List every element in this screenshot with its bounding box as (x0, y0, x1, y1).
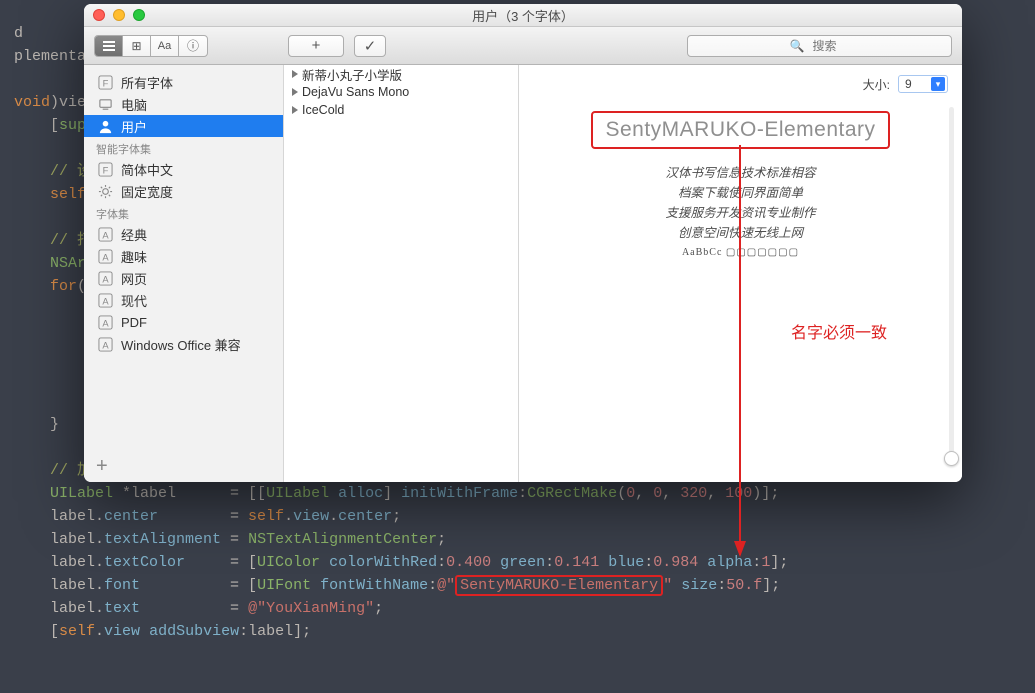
sidebar-item-label: PDF (121, 315, 147, 330)
list-view-button[interactable] (95, 36, 123, 56)
sidebar-item-label: 经典 (121, 225, 147, 244)
grid-view-button[interactable]: ⊞ (123, 36, 151, 56)
font-name: DejaVu Sans Mono (302, 85, 409, 99)
add-collection-button[interactable]: + (84, 450, 283, 482)
plus-icon: + (312, 37, 321, 54)
sidebar-item-simplified-chinese[interactable]: F 简体中文 (84, 158, 283, 180)
chevron-up-down-icon: ▾ (931, 77, 945, 91)
font-name: IceCold (302, 103, 344, 117)
info-view-button[interactable]: ⓘ (179, 36, 207, 56)
font-list[interactable]: 新蒂小丸子小学版 DejaVu Sans Mono IceCold (284, 65, 519, 482)
sidebar-item-label: 现代 (121, 291, 147, 310)
search-icon: 🔍 (790, 39, 805, 53)
sidebar: F 所有字体 电脑 用户 智能字体集 F 简体中文 固定宽度 (84, 65, 284, 482)
sidebar-item-label: 电脑 (121, 95, 147, 114)
sample-view-button[interactable]: Aa (151, 36, 179, 56)
svg-text:A: A (102, 296, 109, 306)
sidebar-item-label: 网页 (121, 269, 147, 288)
grid-icon: ⊞ (131, 39, 141, 53)
preview-sample-text: 汉体书写信息技术标准相容 档案下载使同界面简单 支援服务开发资讯专业制作 创意空… (533, 163, 948, 263)
annotation-text: 名字必须一致 (791, 319, 887, 343)
preview-font-title: SentyMARUKO-Elementary (591, 111, 889, 149)
info-icon: ⓘ (187, 37, 199, 54)
text-icon: Aa (158, 40, 171, 52)
sidebar-item-classic[interactable]: A 经典 (84, 223, 283, 245)
font-list-item[interactable]: 新蒂小丸子小学版 (284, 65, 518, 83)
window-title: 用户（3 个字体） (84, 6, 962, 25)
svg-text:F: F (103, 165, 109, 175)
svg-text:A: A (102, 274, 109, 284)
badge-a-icon: A (98, 249, 113, 264)
disclosure-triangle-icon[interactable] (292, 70, 298, 78)
titlebar[interactable]: 用户（3 个字体） (84, 4, 962, 27)
user-icon (98, 119, 113, 134)
check-icon: ✓ (364, 37, 377, 55)
svg-text:A: A (102, 230, 109, 240)
list-icon (102, 39, 116, 53)
add-font-button[interactable]: + (288, 35, 344, 57)
badge-a-icon: A (98, 227, 113, 242)
disclosure-triangle-icon[interactable] (292, 88, 298, 96)
computer-icon (98, 97, 113, 112)
badge-a-icon: A (98, 315, 113, 330)
sidebar-item-web[interactable]: A 网页 (84, 267, 283, 289)
sidebar-item-modern[interactable]: A 现代 (84, 289, 283, 311)
disclosure-triangle-icon[interactable] (292, 106, 298, 114)
size-value: 9 (905, 77, 912, 91)
sidebar-item-fun[interactable]: A 趣味 (84, 245, 283, 267)
sidebar-item-all-fonts[interactable]: F 所有字体 (84, 71, 283, 93)
font-book-window: 用户（3 个字体） ⊞ Aa ⓘ + ✓ 🔍 F 所有字体 (84, 4, 962, 482)
plus-icon: + (96, 455, 108, 477)
sidebar-item-computer[interactable]: 电脑 (84, 93, 283, 115)
badge-f-icon: F (98, 75, 113, 90)
sidebar-item-pdf[interactable]: A PDF (84, 311, 283, 333)
svg-text:A: A (102, 340, 109, 350)
font-list-item[interactable]: DejaVu Sans Mono (284, 83, 518, 101)
font-name: 新蒂小丸子小学版 (302, 65, 402, 84)
font-preview: 大小: 9 ▾ SentyMARUKO-Elementary 汉体书写信息技术标… (519, 65, 962, 482)
sidebar-item-label: Windows Office 兼容 (121, 335, 241, 354)
badge-a-icon: A (98, 271, 113, 286)
sidebar-item-label: 所有字体 (121, 73, 173, 92)
sidebar-item-label: 用户 (121, 117, 147, 136)
search-input[interactable] (687, 35, 952, 57)
font-list-item[interactable]: IceCold (284, 101, 518, 119)
sidebar-item-label: 趣味 (121, 247, 147, 266)
sidebar-heading-smart: 智能字体集 (84, 137, 283, 158)
sidebar-item-label: 固定宽度 (121, 182, 173, 201)
sidebar-item-user[interactable]: 用户 (84, 115, 283, 137)
sidebar-item-label: 简体中文 (121, 160, 173, 179)
view-mode-segment[interactable]: ⊞ Aa ⓘ (94, 35, 208, 57)
badge-a-icon: A (98, 337, 113, 352)
badge-f-icon: F (98, 162, 113, 177)
slider-knob-icon[interactable] (944, 451, 959, 466)
validate-button[interactable]: ✓ (354, 35, 386, 57)
size-label: 大小: (863, 76, 890, 93)
toolbar: ⊞ Aa ⓘ + ✓ 🔍 (84, 27, 962, 65)
sidebar-item-windows-office[interactable]: A Windows Office 兼容 (84, 333, 283, 355)
sidebar-heading-sets: 字体集 (84, 202, 283, 223)
size-select[interactable]: 9 ▾ (898, 75, 948, 93)
sidebar-item-fixed-width[interactable]: 固定宽度 (84, 180, 283, 202)
search-field[interactable]: 🔍 (687, 35, 952, 57)
size-slider[interactable] (949, 107, 954, 460)
svg-text:F: F (103, 78, 109, 88)
gear-icon (98, 184, 113, 199)
svg-text:A: A (102, 252, 109, 262)
svg-text:A: A (102, 318, 109, 328)
badge-a-icon: A (98, 293, 113, 308)
